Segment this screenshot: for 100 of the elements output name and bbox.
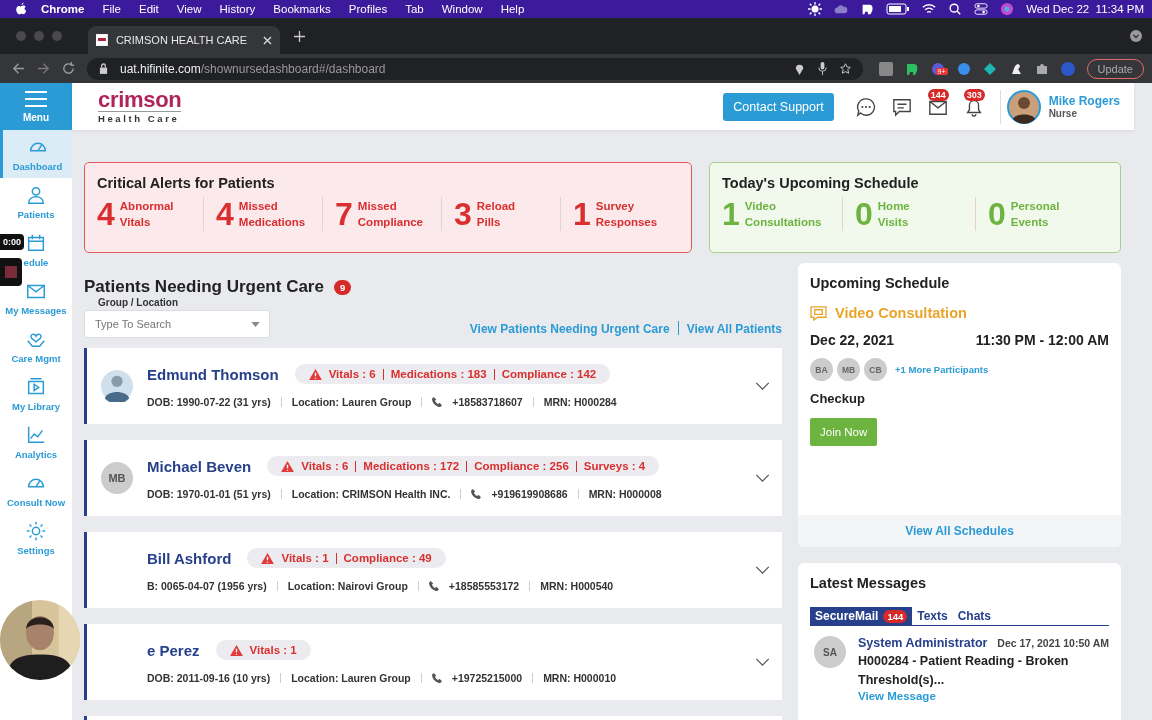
settings-icon	[25, 520, 47, 542]
user-name[interactable]: Mike Rogers	[1048, 94, 1120, 108]
browser-tab[interactable]: CRIMSON HEALTH CARE	[88, 26, 280, 54]
schedule-count[interactable]: 0	[855, 197, 873, 231]
caret-icon	[251, 322, 260, 327]
chat-bubble-icon[interactable]	[855, 96, 876, 117]
alert-label[interactable]: Missed Medications	[238, 198, 306, 230]
sidebar-item[interactable]: Care Mgmt	[11, 322, 61, 370]
field-label: Group / Location	[98, 297, 179, 308]
sender-name[interactable]: System Administrator	[858, 636, 988, 650]
patient-card[interactable]: MB Michael Beven Vitals : 6 Medications : 172 Compliance : 256 Surveys : 4 DOB: 1970-01-01 (51 yrs) Location: CRIMSON Health INC. +919619908686 MRN: H000008	[84, 440, 782, 516]
view-all-schedules-link[interactable]: View All Schedules	[798, 515, 1121, 547]
search-field[interactable]: Type To Search	[84, 310, 270, 338]
sidebar-item[interactable]: Settings	[17, 514, 55, 562]
patient-name[interactable]: e Perez	[147, 641, 200, 659]
puzzle-icon[interactable]	[1034, 61, 1049, 76]
alert-text: Surveys : 4	[583, 460, 646, 472]
close-icon[interactable]	[263, 35, 272, 45]
patient-card[interactable]: Edmund Thomson Vitals : 6 Medications : 183 Compliance : 142 DOB: 1990-07-22 (31 yrs) Location: Lauren Group +18583718607 MRN: H000284	[84, 348, 782, 424]
message-icon[interactable]	[891, 96, 912, 117]
schedule-label[interactable]: Home Visits	[877, 198, 910, 230]
message-tab[interactable]: Texts	[912, 607, 953, 625]
sidebar-item[interactable]: edule	[23, 226, 49, 274]
tab-search-icon[interactable]	[1130, 30, 1142, 42]
participant-avatar: CB	[864, 358, 887, 381]
patient-name[interactable]: Edmund Thomson	[147, 365, 279, 383]
alert-label[interactable]: Abnormal Vitals	[119, 198, 174, 230]
message-tab[interactable]: Chats	[952, 607, 997, 625]
alert-count[interactable]: 1	[573, 197, 591, 231]
control-center-icon[interactable]	[974, 2, 989, 16]
chevron-down-icon[interactable]	[755, 658, 770, 666]
wifi-icon[interactable]	[922, 2, 937, 16]
alert-label[interactable]: Missed Compliance	[357, 198, 423, 230]
reload-icon[interactable]	[62, 62, 75, 75]
chevron-down-icon[interactable]	[755, 382, 770, 390]
phone-icon	[428, 581, 439, 591]
alert-label[interactable]: Survey Responses	[595, 198, 658, 230]
view-link[interactable]: View All Patients	[686, 322, 782, 336]
alert-text: Compliance : 256	[474, 460, 569, 472]
appointment-date: Dec 22, 2021	[810, 332, 895, 348]
menu-item[interactable]: Help	[500, 3, 525, 15]
alert-count[interactable]: 3	[454, 197, 472, 231]
patient-name[interactable]: Michael Beven	[147, 457, 252, 475]
more-participants-link[interactable]: +1 More Participants	[895, 364, 989, 375]
extension-icon[interactable]	[982, 61, 997, 76]
cloud-icon[interactable]	[834, 2, 849, 16]
view-link[interactable]: View Patients Needing Urgent Care	[469, 322, 670, 336]
sun-icon[interactable]	[808, 2, 823, 16]
sidebar-item[interactable]: Patients	[17, 178, 55, 226]
battery-icon[interactable]	[886, 3, 911, 15]
patient-card[interactable]: e Perez Vitals : 1 DOB: 2011-09-16 (10 yrs) Location: Lauren Group +19725215000 MRN: H000010	[84, 624, 782, 700]
patient-name[interactable]: Bill Ashford	[147, 549, 232, 567]
sidebar-item[interactable]: Dashboard	[0, 130, 72, 178]
contact-support-button[interactable]: Contact Support	[723, 92, 834, 121]
menu-item[interactable]: View	[176, 3, 202, 15]
menu-item[interactable]: Edit	[139, 3, 159, 15]
menu-icon	[25, 90, 47, 107]
menu-item[interactable]: Tab	[405, 3, 424, 15]
logo-text: crimson	[98, 89, 182, 111]
join-now-button[interactable]: Join Now	[810, 418, 878, 446]
alert-text: Medications : 183	[390, 368, 487, 380]
menu-item[interactable]: History	[219, 3, 256, 15]
sidebar-item[interactable]: My Messages	[5, 274, 67, 322]
apple-icon[interactable]	[15, 2, 27, 16]
microphone-icon[interactable]	[816, 62, 828, 75]
alert-count[interactable]: 4	[97, 197, 115, 231]
sidebar-item[interactable]: Analytics	[14, 418, 58, 466]
sidebar-item[interactable]: Consult Now	[6, 466, 66, 514]
alert-count[interactable]: 7	[335, 197, 353, 231]
menu-item[interactable]: Profiles	[348, 3, 388, 15]
search-icon[interactable]	[948, 2, 963, 16]
schedule-count[interactable]: 0	[988, 197, 1006, 231]
location-pin-icon[interactable]	[793, 62, 805, 75]
message-tab[interactable]: SecureMail 144	[810, 607, 913, 625]
menu-bar-clock[interactable]: Wed Dec 22 11:34 PM	[1026, 3, 1144, 15]
menu-item[interactable]: Window	[441, 3, 483, 15]
back-icon[interactable]	[12, 62, 25, 75]
star-icon[interactable]	[839, 62, 851, 75]
chevron-down-icon[interactable]	[755, 474, 770, 482]
alert-count[interactable]: 4	[216, 197, 234, 231]
forward-icon[interactable]	[37, 62, 50, 75]
address-bar[interactable]: uat.hifinite.com/shownursedashboard#/dashboard	[87, 57, 863, 80]
date-of-birth: DOB: 2011-09-16 (10 yrs)	[147, 672, 271, 684]
menu-button[interactable]: Menu	[0, 83, 72, 130]
sidebar-item[interactable]: My Library	[11, 370, 60, 418]
siri-icon[interactable]	[1000, 2, 1015, 16]
chevron-down-icon[interactable]	[755, 566, 770, 574]
patient-card[interactable]: Bill Ashford Vitals : 1 Compliance : 49 B: 0065-04-07 (1956 yrs) Location: Nairovi Group +18585553172 MRN: H000540	[84, 532, 782, 608]
alert-label[interactable]: Reload Pills	[476, 198, 516, 230]
menu-item[interactable]: Bookmarks	[273, 3, 331, 15]
new-tab-icon[interactable]	[294, 30, 305, 42]
view-message-link[interactable]: View Message	[858, 690, 1109, 702]
schedule-label[interactable]: Personal Events	[1010, 198, 1060, 230]
menu-item[interactable]: File	[102, 3, 121, 15]
schedule-label[interactable]: Video Consultations	[744, 198, 822, 230]
appointment-type[interactable]: Video Consultation	[835, 305, 967, 321]
app-name[interactable]: Chrome	[41, 3, 85, 15]
date-of-birth: B: 0065-04-07 (1956 yrs)	[147, 580, 267, 592]
schedule-count[interactable]: 1	[722, 197, 740, 231]
logo-subtitle: Health Care	[98, 111, 182, 124]
